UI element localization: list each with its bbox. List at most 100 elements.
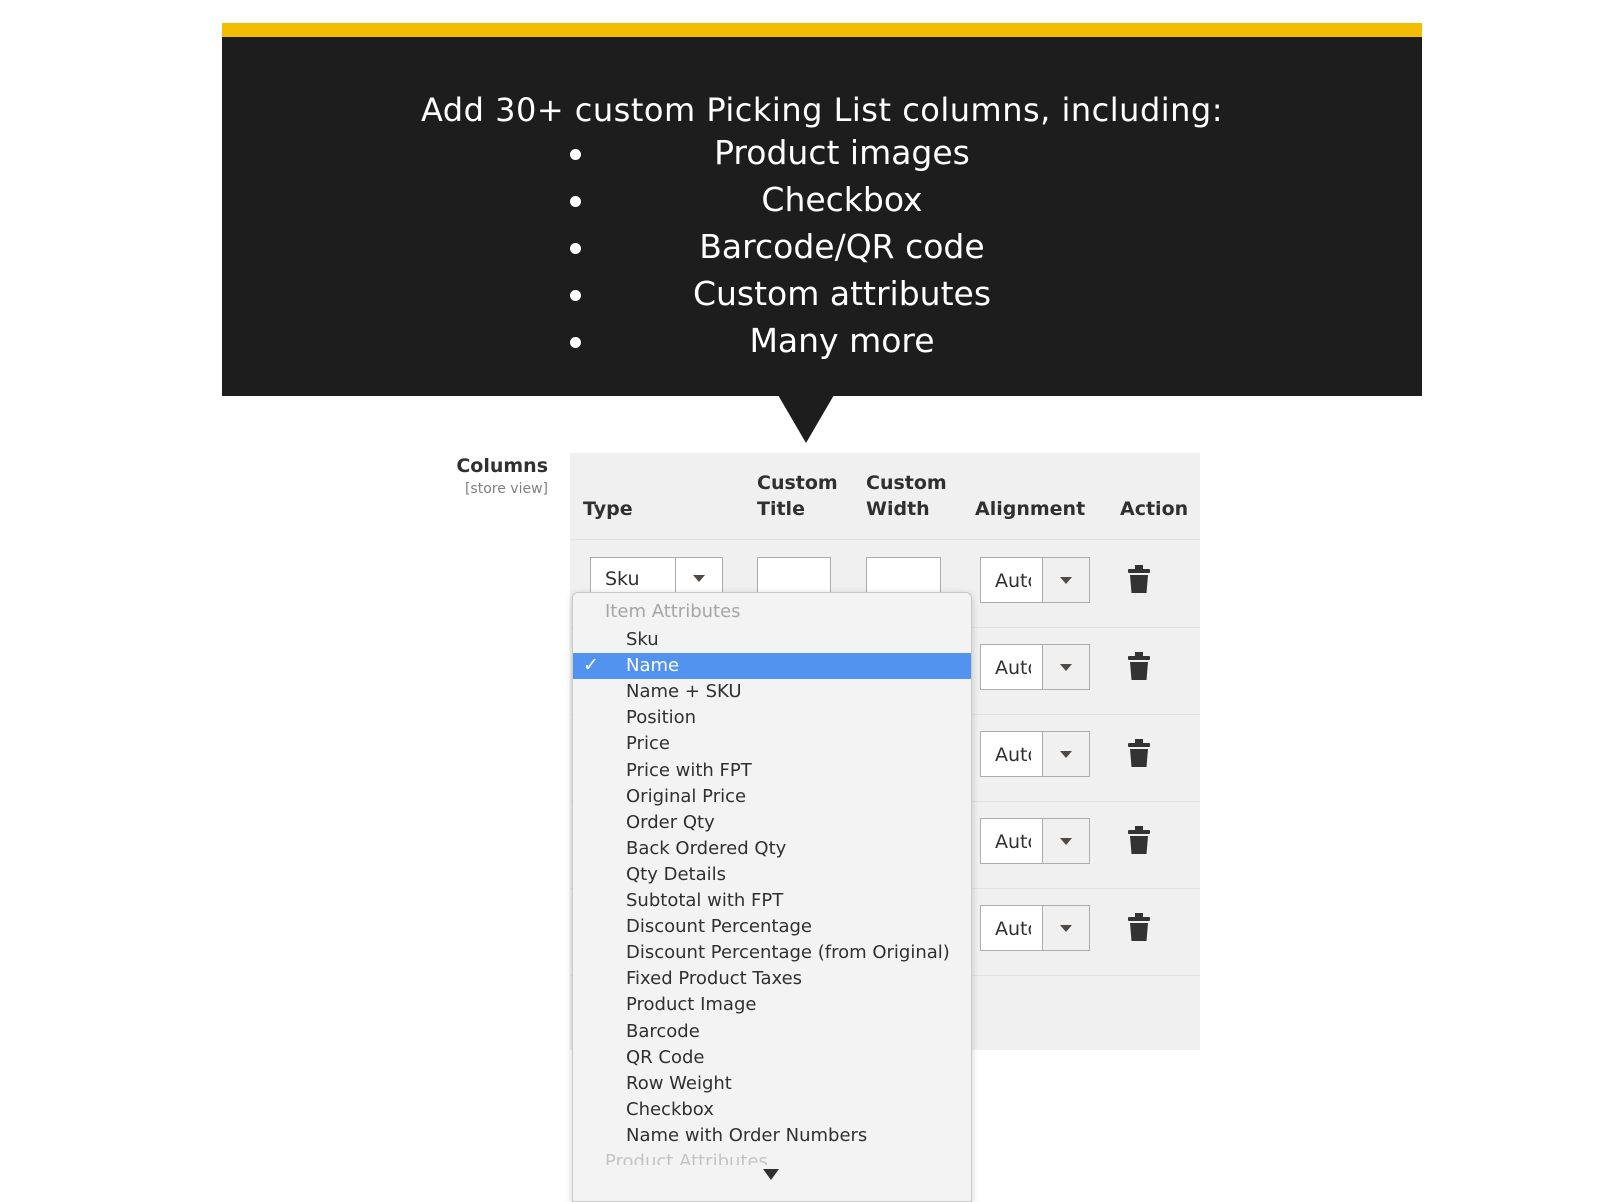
header-custom-title-line1: Custom (757, 472, 838, 494)
dropdown-option[interactable]: Name with Order Numbers (573, 1123, 971, 1149)
bullet-dot-icon (570, 149, 581, 160)
dropdown-option[interactable]: Barcode (573, 1019, 971, 1045)
dropdown-option-label: Fixed Product Taxes (626, 968, 803, 990)
dropdown-option-label: Original Price (626, 785, 747, 807)
grid-header: Type Custom Title Custom Width Alignment… (570, 453, 1200, 540)
alignment-caret[interactable] (1042, 819, 1089, 863)
dropdown-option-label: Price with FPT (626, 759, 752, 781)
type-dropdown-menu[interactable]: Item Attributes Sku ✓ Name Name + SKU Positi… (572, 592, 972, 1202)
header-action: Action (1120, 498, 1189, 520)
dropdown-option-label: Position (626, 707, 697, 729)
alignment-select[interactable]: Auto (980, 818, 1090, 864)
trash-icon[interactable] (1128, 652, 1150, 680)
bullet-item: Checkbox (222, 180, 1422, 227)
group-label-product-attributes: Product Attributes (605, 1151, 768, 1165)
dropdown-option[interactable]: Checkbox (573, 1097, 971, 1123)
alignment-select[interactable]: Auto (980, 557, 1090, 603)
dropdown-option[interactable]: Discount Percentage (from Original) (573, 940, 971, 966)
dropdown-option-label: Qty Details (626, 863, 727, 885)
chevron-down-icon (1060, 751, 1072, 758)
alignment-value: Auto (995, 657, 1031, 679)
bullet-dot-icon (570, 337, 581, 348)
alignment-caret[interactable] (1042, 732, 1089, 776)
dropdown-option-label: Back Ordered Qty (626, 837, 787, 859)
chevron-down-icon (1060, 838, 1072, 845)
alignment-select[interactable]: Auto (980, 731, 1090, 777)
bullet-item: Product images (222, 133, 1422, 180)
dropdown-option-label: Barcode (626, 1020, 700, 1042)
dropdown-option[interactable]: Discount Percentage (573, 914, 971, 940)
bullet-text: Many more (749, 321, 935, 360)
alignment-value: Auto (995, 570, 1031, 592)
dropdown-option-label: Subtotal with FPT (626, 890, 784, 911)
alignment-caret[interactable] (1042, 558, 1089, 602)
dropdown-option-label: Name with Order Numbers (626, 1124, 868, 1146)
dropdown-option-label: QR Code (626, 1046, 705, 1068)
trash-icon[interactable] (1128, 913, 1150, 941)
dropdown-option-selected[interactable]: ✓ Name (573, 653, 971, 680)
header-alignment: Alignment (975, 498, 1086, 520)
header-type: Type (583, 498, 633, 520)
bullet-item: Custom attributes (222, 274, 1422, 321)
checkmark-icon: ✓ (583, 654, 599, 677)
dropdown-option[interactable]: Name + SKU (573, 679, 971, 705)
trash-icon[interactable] (1128, 565, 1150, 593)
columns-field-label: Columns (456, 455, 548, 477)
dropdown-option[interactable]: Qty Details (573, 862, 971, 888)
trash-icon[interactable] (1128, 826, 1150, 854)
dropdown-option-label: Price (626, 733, 670, 755)
dropdown-option-label: Name (626, 655, 680, 677)
dropdown-option[interactable]: Back Ordered Qty (573, 836, 971, 862)
bullet-item: Many more (222, 321, 1422, 368)
banner-accent-bar (222, 23, 1422, 37)
alignment-caret[interactable] (1042, 645, 1089, 689)
header-custom-width-line2: Width (866, 498, 930, 520)
dropdown-option-label: Row Weight (626, 1072, 732, 1094)
dropdown-option[interactable]: Subtotal with FPT (573, 888, 971, 914)
header-custom-title-line2: Title (757, 498, 805, 520)
banner-bullet-list: Product images Checkbox Barcode/QR code … (222, 133, 1422, 368)
alignment-select[interactable]: Auto (980, 644, 1090, 690)
dropdown-option-label: Checkbox (626, 1098, 714, 1120)
promo-banner: Add 30+ custom Picking List columns, inc… (222, 37, 1422, 396)
dropdown-option[interactable]: Price (573, 731, 971, 757)
dropdown-option-label: Product Image (626, 994, 757, 1016)
dropdown-option[interactable]: Price with FPT (573, 758, 971, 784)
dropdown-option-label: Name + SKU (626, 681, 742, 703)
scroll-down-arrow-icon[interactable] (763, 1169, 779, 1180)
dropdown-option[interactable]: Sku (573, 627, 971, 653)
alignment-value: Auto (995, 831, 1031, 853)
dropdown-option-label: Order Qty (626, 811, 715, 833)
type-select-value: Sku (605, 568, 640, 590)
bullet-dot-icon (570, 290, 581, 301)
bullet-text: Product images (714, 133, 970, 172)
chevron-down-icon (1060, 577, 1072, 584)
group-label-item-attributes: Item Attributes (605, 601, 741, 622)
chevron-down-icon (1060, 925, 1072, 932)
dropdown-option-label: Discount Percentage (from Original) (626, 942, 950, 964)
header-custom-width-line1: Custom (866, 472, 947, 494)
dropdown-option-label: Discount Percentage (626, 916, 813, 938)
dropdown-option[interactable]: Original Price (573, 784, 971, 810)
alignment-select[interactable]: Auto (980, 905, 1090, 951)
banner-pointer-arrow (778, 395, 834, 443)
bullet-dot-icon (570, 243, 581, 254)
dropdown-option[interactable]: QR Code (573, 1045, 971, 1071)
bullet-text: Custom attributes (692, 274, 992, 313)
dropdown-option-label: Sku (626, 629, 659, 650)
dropdown-option[interactable]: Fixed Product Taxes (573, 966, 971, 992)
chevron-down-icon (693, 575, 705, 582)
banner-title: Add 30+ custom Picking List columns, inc… (420, 91, 1224, 129)
dropdown-option[interactable]: Row Weight (573, 1071, 971, 1097)
alignment-value: Auto (995, 744, 1031, 766)
trash-icon[interactable] (1128, 739, 1150, 767)
alignment-caret[interactable] (1042, 906, 1089, 950)
dropdown-option[interactable]: Order Qty (573, 810, 971, 836)
alignment-value: Auto (995, 918, 1031, 940)
store-view-scope: [store view] (464, 481, 548, 497)
bullet-item: Barcode/QR code (222, 227, 1422, 274)
chevron-down-icon (1060, 664, 1072, 671)
bullet-text: Barcode/QR code (699, 227, 985, 266)
dropdown-option[interactable]: Product Image (573, 992, 971, 1018)
dropdown-option[interactable]: Position (573, 705, 971, 731)
